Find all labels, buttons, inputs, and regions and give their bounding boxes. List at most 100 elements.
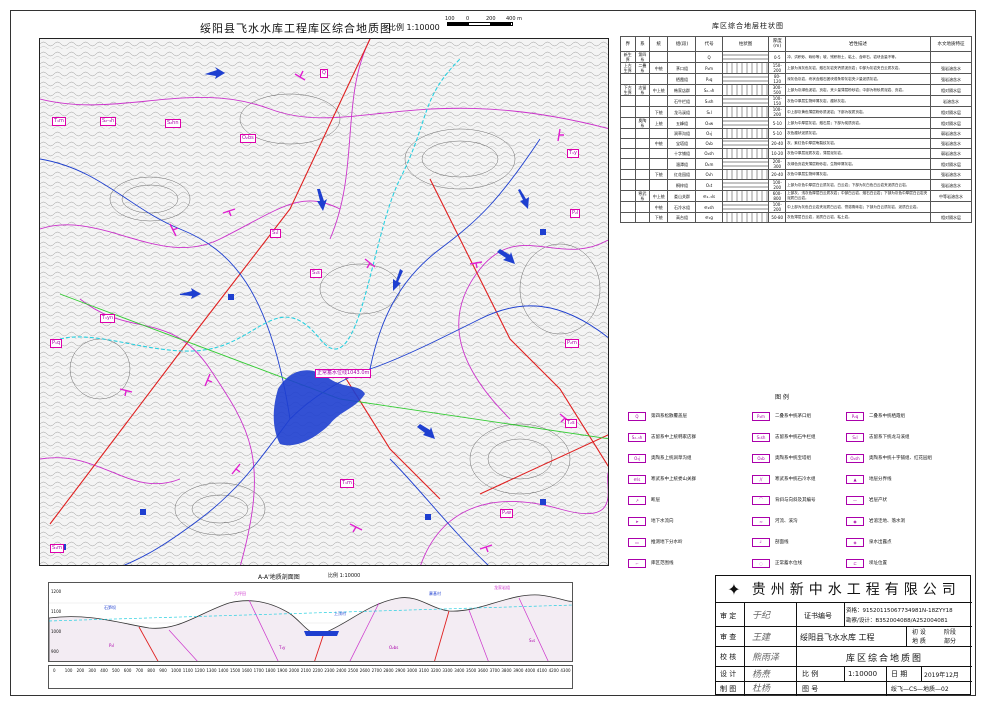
strat-series: 中统 bbox=[649, 201, 669, 213]
section-ytick: 1200 bbox=[51, 589, 62, 594]
strat-column-pattern bbox=[721, 117, 770, 129]
section-xtick: 2000 bbox=[289, 668, 300, 673]
strat-code: O₁m bbox=[695, 158, 723, 170]
strat-code: O₂sh bbox=[695, 148, 723, 159]
section-xtick: 2200 bbox=[312, 668, 323, 673]
unit-label: T₁m bbox=[52, 117, 66, 126]
strat-series bbox=[649, 51, 669, 63]
legend-item: ⌐ 库区范围线 bbox=[628, 557, 674, 569]
section-xtick: 1900 bbox=[277, 668, 288, 673]
project-name: 绥阳县飞水水库 工程 bbox=[800, 632, 875, 642]
section-xtick: 3700 bbox=[489, 668, 500, 673]
unit-label: S₂hn bbox=[165, 119, 181, 128]
strat-description: 灰色中厚层生物碎屑灰岩。 bbox=[785, 169, 931, 180]
strat-hydro: 弱岩溶含水 bbox=[929, 148, 973, 159]
strat-series bbox=[649, 148, 669, 159]
section-label: S₁s bbox=[529, 638, 536, 643]
check-signature: 王建 bbox=[752, 632, 771, 643]
legend-symbol-icon: ↗ bbox=[628, 495, 646, 505]
review-signature: 于纪 bbox=[752, 610, 771, 621]
company-name: ✦ 贵州新中水工程有限公司 bbox=[716, 576, 972, 603]
section-xtick: 1400 bbox=[218, 668, 229, 673]
section-xticks: 0 100 200 300 400 500 600 700 800 900 1000 1100 1200… bbox=[49, 668, 574, 674]
strat-description: 上部灰、浅灰色厚层白云质灰岩；中部白云岩、燧石白云岩；下部为灰色中厚层白云岩夹泥… bbox=[785, 190, 931, 202]
strat-system: 志留系 bbox=[634, 84, 651, 96]
drawno-label: 图 号 bbox=[802, 684, 819, 693]
strat-column-pattern bbox=[721, 95, 770, 107]
strat-code: O₃j bbox=[695, 128, 723, 139]
terrain-profile bbox=[49, 594, 572, 661]
strat-system: 寒武系 bbox=[634, 190, 651, 202]
legend-label: 推测地下分水岭 bbox=[651, 540, 683, 545]
section-label: 上顶村 bbox=[334, 611, 346, 616]
legend-item: O₃j 奥陶系上统涧草沟组 bbox=[628, 452, 692, 464]
legend-symbol-icon: ▭ bbox=[628, 537, 646, 547]
legend-symbol-icon: O₃j bbox=[628, 453, 646, 463]
legend-item: ◌ 正常蓄水位线 bbox=[752, 557, 802, 569]
scale-value: 1:10000 bbox=[848, 670, 878, 678]
strat-era: 下古生界 bbox=[620, 84, 636, 96]
strat-code: ∈₂sh bbox=[695, 201, 723, 213]
strat-hydro: 相对隔水层 bbox=[929, 106, 973, 118]
section-xtick: 4200 bbox=[548, 668, 559, 673]
strat-series: 下统 bbox=[649, 106, 669, 118]
strat-thickness: 100-200 bbox=[768, 201, 787, 213]
title-block: ✦ 贵州新中水工程有限公司 审 定 于纪 证书编号 资格：91520115067… bbox=[715, 575, 972, 696]
legend-label: 寒武系中上统娄山关群 bbox=[651, 477, 696, 482]
strat-series: 中统 bbox=[649, 138, 669, 149]
section-xtick: 3100 bbox=[418, 668, 429, 673]
strat-thickness: 0-5 bbox=[768, 51, 787, 63]
legend-label: 背斜与向斜及其编号 bbox=[775, 498, 816, 503]
legend-symbol-icon: O₂sh bbox=[846, 453, 864, 463]
check-label: 审 查 bbox=[720, 633, 737, 641]
scalebar-tick: 200 bbox=[486, 16, 496, 22]
legend-item: ▲ 地层分界线 bbox=[846, 473, 892, 485]
strat-column-pattern bbox=[721, 179, 770, 191]
strat-description: 上部为灰绿色泥岩、页岩，夹少量薄层粉砂岩；中部为粉砂质泥岩、页岩。 bbox=[785, 84, 931, 96]
legend-label: 地下水流向 bbox=[651, 519, 674, 524]
section-xtick: 300 bbox=[88, 668, 97, 673]
unit-label: P₂w bbox=[500, 509, 514, 518]
legend-symbol-icon: ┘ bbox=[752, 537, 770, 547]
section-xtick: 2400 bbox=[336, 668, 347, 673]
unit-label: T₁m bbox=[340, 479, 354, 488]
legend-label: 岩溶洼地、落水洞 bbox=[869, 519, 905, 524]
strat-code: ∈₂₋₃ls bbox=[695, 190, 723, 202]
strat-row: 上古生界 二叠系 中统 茅口组 P₂m 150-200 上部为深灰色灰岩，燧石灰岩夹钙质泥页… bbox=[620, 62, 973, 74]
section-label: 大坪田 bbox=[234, 591, 246, 596]
legend-label: 二叠系中统栖霞组 bbox=[869, 414, 905, 419]
legend-label: 二叠系中统茅口组 bbox=[775, 414, 811, 419]
geologic-map[interactable]: 正常蓄水位线1043.0m T₁m S₂-₃h S₂hn O₂bs Q T₁y … bbox=[39, 38, 609, 566]
strat-row: 涧草沟组 O₃j 5-10 灰色瘤状泥质灰岩。 弱岩溶含水 bbox=[620, 128, 973, 139]
strat-era bbox=[620, 95, 636, 107]
legend-item: P₂q 二叠系中统栖霞组 bbox=[846, 410, 905, 422]
strat-group: 红花园组 bbox=[667, 169, 697, 180]
draw-signature: 杜杨 bbox=[752, 684, 771, 694]
strat-system: 二叠系 bbox=[634, 62, 651, 74]
strat-hydro: 中等岩溶含水 bbox=[929, 190, 973, 202]
unit-label: S₂-₃h bbox=[100, 117, 117, 126]
strat-system bbox=[634, 95, 651, 107]
strat-series: 上统 bbox=[649, 117, 669, 129]
strat-era bbox=[620, 190, 636, 202]
strat-thickness: 5-10 bbox=[768, 128, 787, 139]
strat-description: 灰色中厚层泥质灰岩，薄层泥灰岩。 bbox=[785, 148, 931, 159]
section-xtick: 0 bbox=[53, 668, 56, 673]
strat-column-pattern bbox=[721, 158, 770, 170]
strat-group: 五峰组 bbox=[667, 117, 697, 129]
strat-era bbox=[620, 148, 636, 159]
strat-system bbox=[634, 158, 651, 170]
legend-label: 坝址位置 bbox=[869, 561, 887, 566]
section-xtick: 1200 bbox=[194, 668, 205, 673]
legend-label: 第四系松散覆盖层 bbox=[651, 414, 687, 419]
strat-group: 韩家店群 bbox=[667, 84, 697, 96]
legend-symbol-icon: ➤ bbox=[628, 516, 646, 526]
strat-column-pattern bbox=[721, 51, 770, 63]
strat-row: 下古生界 志留系 中上统 韩家店群 S₂₋₃h 300-500 上部为灰绿色泥岩、页岩，夹少… bbox=[620, 84, 973, 96]
strat-description: 冲、洪积砂、砾砂等；坡、残积粉土、粘土、含碎石，岩块含量不等。 bbox=[785, 51, 931, 63]
strat-description: 灰色瘤状泥质灰岩。 bbox=[785, 128, 931, 139]
strat-column-pattern bbox=[721, 128, 770, 139]
strat-system bbox=[634, 179, 651, 191]
stage-value: 阶段 bbox=[944, 629, 957, 636]
section-xtick: 1000 bbox=[171, 668, 182, 673]
